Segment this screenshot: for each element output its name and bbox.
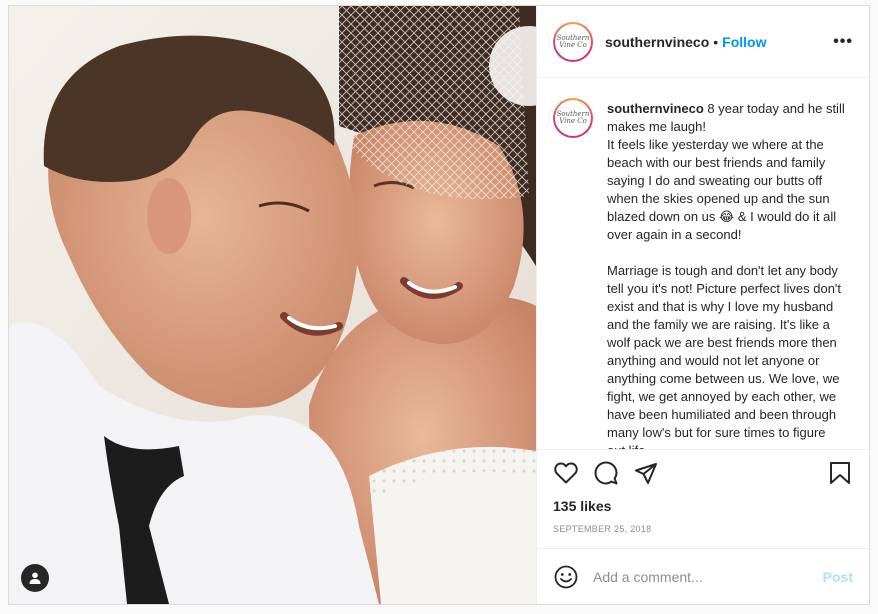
user-tag-button[interactable] bbox=[21, 564, 49, 592]
caption-text: southernvineco 8 year today and he still… bbox=[607, 100, 847, 449]
like-button[interactable] bbox=[553, 460, 579, 486]
heart-icon bbox=[554, 462, 578, 484]
comment-icon bbox=[594, 461, 618, 485]
post-side-panel: Southern Vine Co southernvineco • Follow… bbox=[536, 6, 869, 604]
save-button[interactable] bbox=[827, 460, 853, 486]
share-icon bbox=[635, 463, 657, 484]
caption-section: Southern Vine Co southernvineco 8 year t… bbox=[537, 78, 869, 449]
post-date[interactable]: SEPTEMBER 25, 2018 bbox=[553, 524, 853, 534]
caption-paragraph-1: It feels like yesterday we where at the … bbox=[607, 137, 840, 242]
caption-paragraph-2: Marriage is tough and don't let any body… bbox=[607, 263, 842, 449]
action-bar bbox=[553, 458, 853, 488]
comment-input[interactable] bbox=[593, 568, 823, 585]
post-media[interactable] bbox=[9, 6, 536, 604]
user-icon bbox=[29, 572, 41, 584]
caption-username[interactable]: southernvineco bbox=[607, 101, 704, 116]
emoji-button[interactable] bbox=[553, 564, 579, 590]
caption-avatar-logo: Southern Vine Co bbox=[555, 100, 591, 136]
follow-button[interactable]: Follow bbox=[722, 34, 766, 50]
share-button[interactable] bbox=[633, 460, 659, 486]
add-comment-form: Post bbox=[537, 548, 869, 604]
post-header: Southern Vine Co southernvineco • Follow… bbox=[537, 6, 869, 78]
bookmark-icon bbox=[830, 462, 850, 484]
emoji-icon bbox=[554, 565, 578, 588]
avatar[interactable]: Southern Vine Co bbox=[553, 21, 593, 62]
comment-button[interactable] bbox=[593, 460, 619, 486]
instagram-post: Southern Vine Co southernvineco • Follow… bbox=[8, 5, 870, 605]
separator-dot: • bbox=[713, 33, 719, 50]
post-photo bbox=[9, 6, 536, 604]
post-comment-button[interactable]: Post bbox=[823, 569, 853, 585]
likes-count[interactable]: 135 likes bbox=[553, 498, 853, 514]
caption-avatar[interactable]: Southern Vine Co bbox=[553, 98, 593, 138]
more-options-button[interactable]: ••• bbox=[833, 33, 853, 51]
actions-section: 135 likes SEPTEMBER 25, 2018 bbox=[537, 449, 869, 548]
username-link[interactable]: southernvineco bbox=[605, 34, 709, 50]
avatar-logo: Southern Vine Co bbox=[555, 23, 591, 60]
